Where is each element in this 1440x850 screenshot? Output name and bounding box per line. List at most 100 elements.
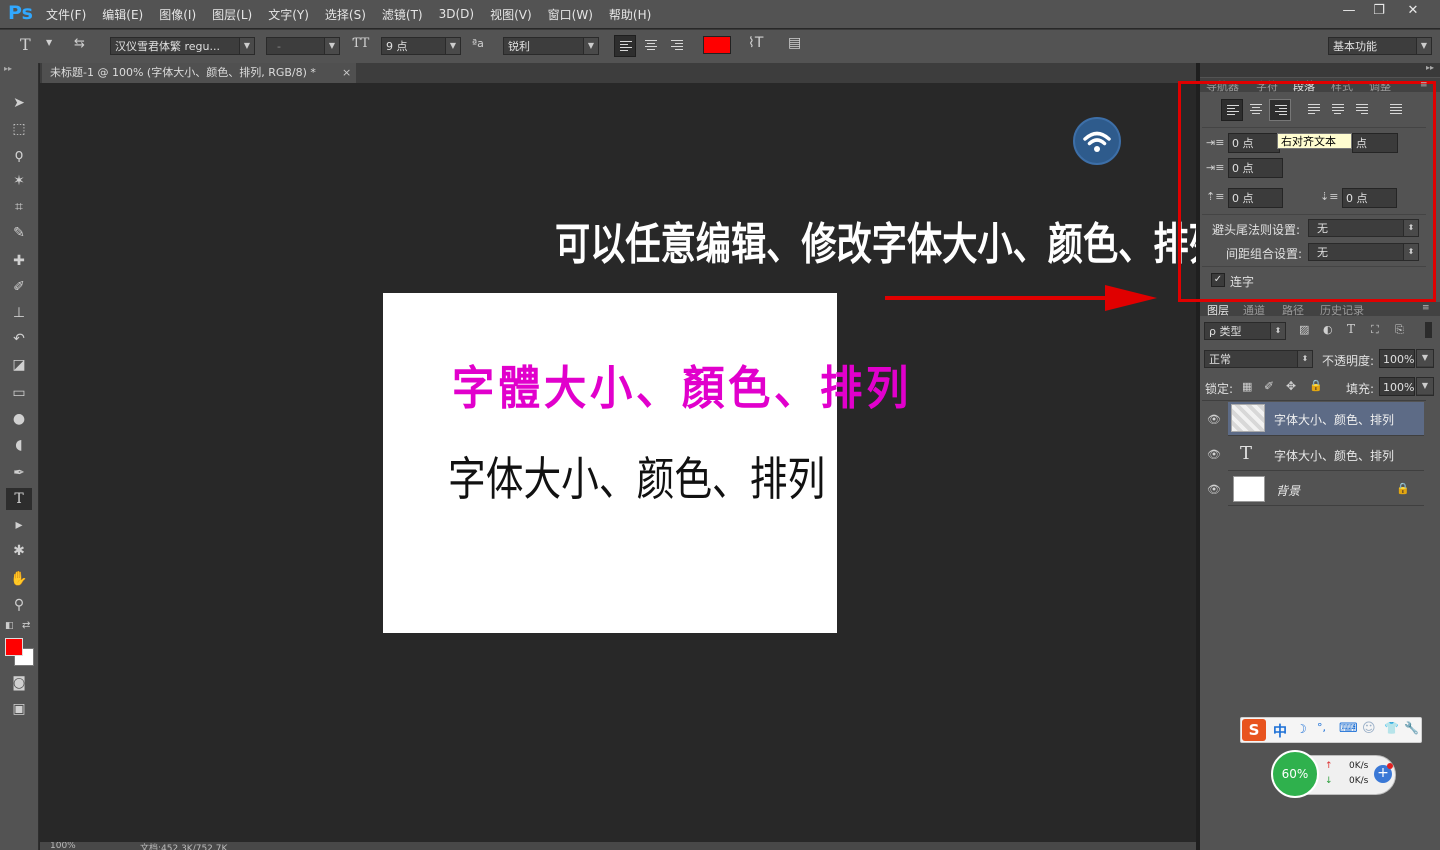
blur-tool-icon[interactable]: ● [6, 408, 32, 430]
antialias-select[interactable]: 锐利 ▼ [503, 37, 599, 55]
panel-collapse-icon[interactable]: ▸▸ [1426, 63, 1434, 72]
chevron-down-icon: ▼ [445, 38, 460, 54]
marquee-tool-icon[interactable]: ⬚ [6, 118, 32, 140]
clone-stamp-tool-icon[interactable]: ⊥ [6, 302, 32, 324]
keyboard-icon[interactable]: ⌨ [1339, 721, 1358, 736]
align-center-button[interactable] [640, 35, 662, 57]
menu-file[interactable]: 文件(F) [38, 6, 94, 23]
lock-transparent-icon[interactable]: ▦ [1242, 380, 1252, 393]
align-right-button[interactable] [666, 35, 688, 57]
magic-wand-tool-icon[interactable]: ✶ [6, 170, 32, 192]
lock-position-icon[interactable]: ✥ [1286, 379, 1296, 393]
filter-smart-object-icon[interactable]: ⎘ [1395, 323, 1404, 337]
blend-mode-select[interactable]: 正常 ⬍ [1204, 350, 1313, 368]
layer-visibility-eye-icon[interactable]: 👁 [1207, 483, 1221, 496]
tab-paths[interactable]: 路径 [1282, 302, 1304, 318]
screen-mode-icon[interactable]: ▣ [6, 698, 32, 720]
fill-slider-button[interactable]: ▼ [1416, 377, 1434, 396]
move-tool-icon[interactable]: ➤ [6, 92, 32, 114]
status-bar: 100% 文档:452.3K/752.7K [40, 842, 1196, 850]
custom-shape-tool-icon[interactable]: ✱ [6, 540, 32, 562]
panel-menu-icon[interactable]: ≡ [1420, 80, 1428, 90]
font-size-select[interactable]: 9 点 ▼ [381, 37, 461, 55]
zoom-tool-icon[interactable]: ⚲ [6, 594, 32, 616]
tab-channels[interactable]: 通道 [1243, 302, 1265, 318]
zoom-level[interactable]: 100% [50, 842, 76, 850]
type-tool-preset-icon[interactable]: T [20, 35, 31, 54]
toggle-orientation-icon[interactable]: ⇆ [74, 36, 85, 51]
default-colors-icon[interactable]: ◧ [5, 621, 14, 631]
swap-colors-icon[interactable]: ⇄ [22, 620, 30, 631]
warp-text-icon[interactable]: ⌇T [748, 35, 763, 51]
moon-icon[interactable]: ☽ [1296, 722, 1307, 736]
close-tab-icon[interactable]: × [342, 63, 351, 83]
font-style-select[interactable]: - ▼ [266, 37, 340, 55]
memory-usage-ball[interactable]: 60% [1271, 750, 1319, 798]
healing-brush-tool-icon[interactable]: ✚ [6, 250, 32, 272]
menu-3d[interactable]: 3D(D) [431, 7, 482, 21]
toolbox-collapse-icon[interactable]: ▸▸ [4, 64, 12, 73]
history-brush-tool-icon[interactable]: ↶ [6, 328, 32, 350]
layer-filter-select[interactable]: ρ 类型 ⬍ [1204, 322, 1286, 340]
text-color-swatch[interactable] [703, 36, 731, 54]
workspace-select[interactable]: 基本功能 ▼ [1328, 37, 1432, 55]
chevron-updown-icon: ⬍ [1297, 351, 1312, 367]
type-tool-icon[interactable]: T [6, 488, 32, 510]
character-panel-toggle-icon[interactable]: ▤ [788, 35, 801, 51]
layer-visibility-eye-icon[interactable]: 👁 [1207, 448, 1221, 461]
menu-layer[interactable]: 图层(L) [204, 6, 260, 23]
align-left-button[interactable] [614, 35, 636, 57]
tab-history[interactable]: 历史记录 [1320, 302, 1364, 318]
crop-tool-icon[interactable]: ⌗ [6, 196, 32, 218]
menu-filter[interactable]: 滤镜(T) [374, 6, 431, 23]
close-window-button[interactable]: ✕ [1396, 0, 1430, 22]
font-family-select[interactable]: 汉仪雪君体繁 regu... ▼ [110, 37, 255, 55]
ime-mode-toggle[interactable]: 中 [1273, 721, 1287, 741]
quick-mask-icon[interactable]: ◙ [6, 672, 32, 694]
menu-view[interactable]: 视图(V) [482, 6, 540, 23]
fill-input[interactable]: 100% [1379, 377, 1415, 396]
filter-toggle-switch[interactable] [1425, 322, 1432, 338]
wifi-widget[interactable] [1073, 117, 1121, 165]
filter-adjustment-icon[interactable]: ◐ [1323, 323, 1333, 336]
eyedropper-tool-icon[interactable]: ✎ [6, 222, 32, 244]
opacity-input[interactable]: 100% [1379, 349, 1415, 368]
brush-tool-icon[interactable]: ✐ [6, 276, 32, 298]
layers-panel-menu-icon[interactable]: ≡ [1422, 303, 1430, 313]
upload-arrow-icon: ↑ [1325, 761, 1333, 771]
gradient-tool-icon[interactable]: ▭ [6, 382, 32, 404]
preset-dropdown-icon[interactable]: ▼ [46, 38, 52, 47]
document-tab[interactable]: 未标题-1 @ 100% (字体大小、颜色、排列, RGB/8) * × [42, 63, 356, 83]
filter-shape-icon[interactable]: ⛶ [1371, 323, 1379, 337]
pen-tool-icon[interactable]: ✒ [6, 462, 32, 484]
minimize-button[interactable]: — [1334, 0, 1364, 22]
filter-pixel-icon[interactable]: ▨ [1299, 323, 1309, 336]
tab-layers[interactable]: 图层 [1207, 302, 1229, 318]
settings-wrench-icon[interactable]: 🔧 [1404, 721, 1419, 735]
menu-image[interactable]: 图像(I) [151, 6, 204, 23]
menu-type[interactable]: 文字(Y) [260, 6, 317, 23]
path-selection-tool-icon[interactable]: ▸ [6, 514, 32, 536]
lasso-tool-icon[interactable]: ϙ [6, 144, 32, 166]
layer-visibility-eye-icon[interactable]: 👁 [1207, 413, 1221, 426]
menu-select[interactable]: 选择(S) [317, 6, 374, 23]
chevron-down-icon: ▼ [1416, 38, 1431, 54]
chevron-down-icon: ▼ [324, 38, 339, 54]
skin-icon[interactable]: 👕 [1384, 721, 1399, 735]
punctuation-icon[interactable]: °, [1317, 721, 1326, 734]
menu-window[interactable]: 窗口(W) [540, 6, 601, 23]
menu-edit[interactable]: 编辑(E) [94, 6, 151, 23]
eraser-tool-icon[interactable]: ◪ [6, 354, 32, 376]
restore-button[interactable]: ❐ [1364, 0, 1394, 22]
align-left-icon [620, 41, 632, 53]
opacity-slider-button[interactable]: ▼ [1416, 349, 1434, 368]
foreground-color-swatch[interactable] [5, 638, 23, 656]
sogou-logo-icon[interactable]: S [1242, 719, 1266, 741]
hand-tool-icon[interactable]: ✋ [6, 568, 32, 590]
lock-image-icon[interactable]: ✐ [1264, 379, 1274, 393]
menu-help[interactable]: 帮助(H) [601, 6, 659, 23]
user-icon[interactable]: ☺ [1362, 721, 1376, 736]
filter-type-icon[interactable]: T [1347, 322, 1355, 336]
dodge-tool-icon[interactable]: ◖ [6, 434, 32, 456]
lock-all-icon[interactable]: 🔒 [1309, 379, 1323, 392]
